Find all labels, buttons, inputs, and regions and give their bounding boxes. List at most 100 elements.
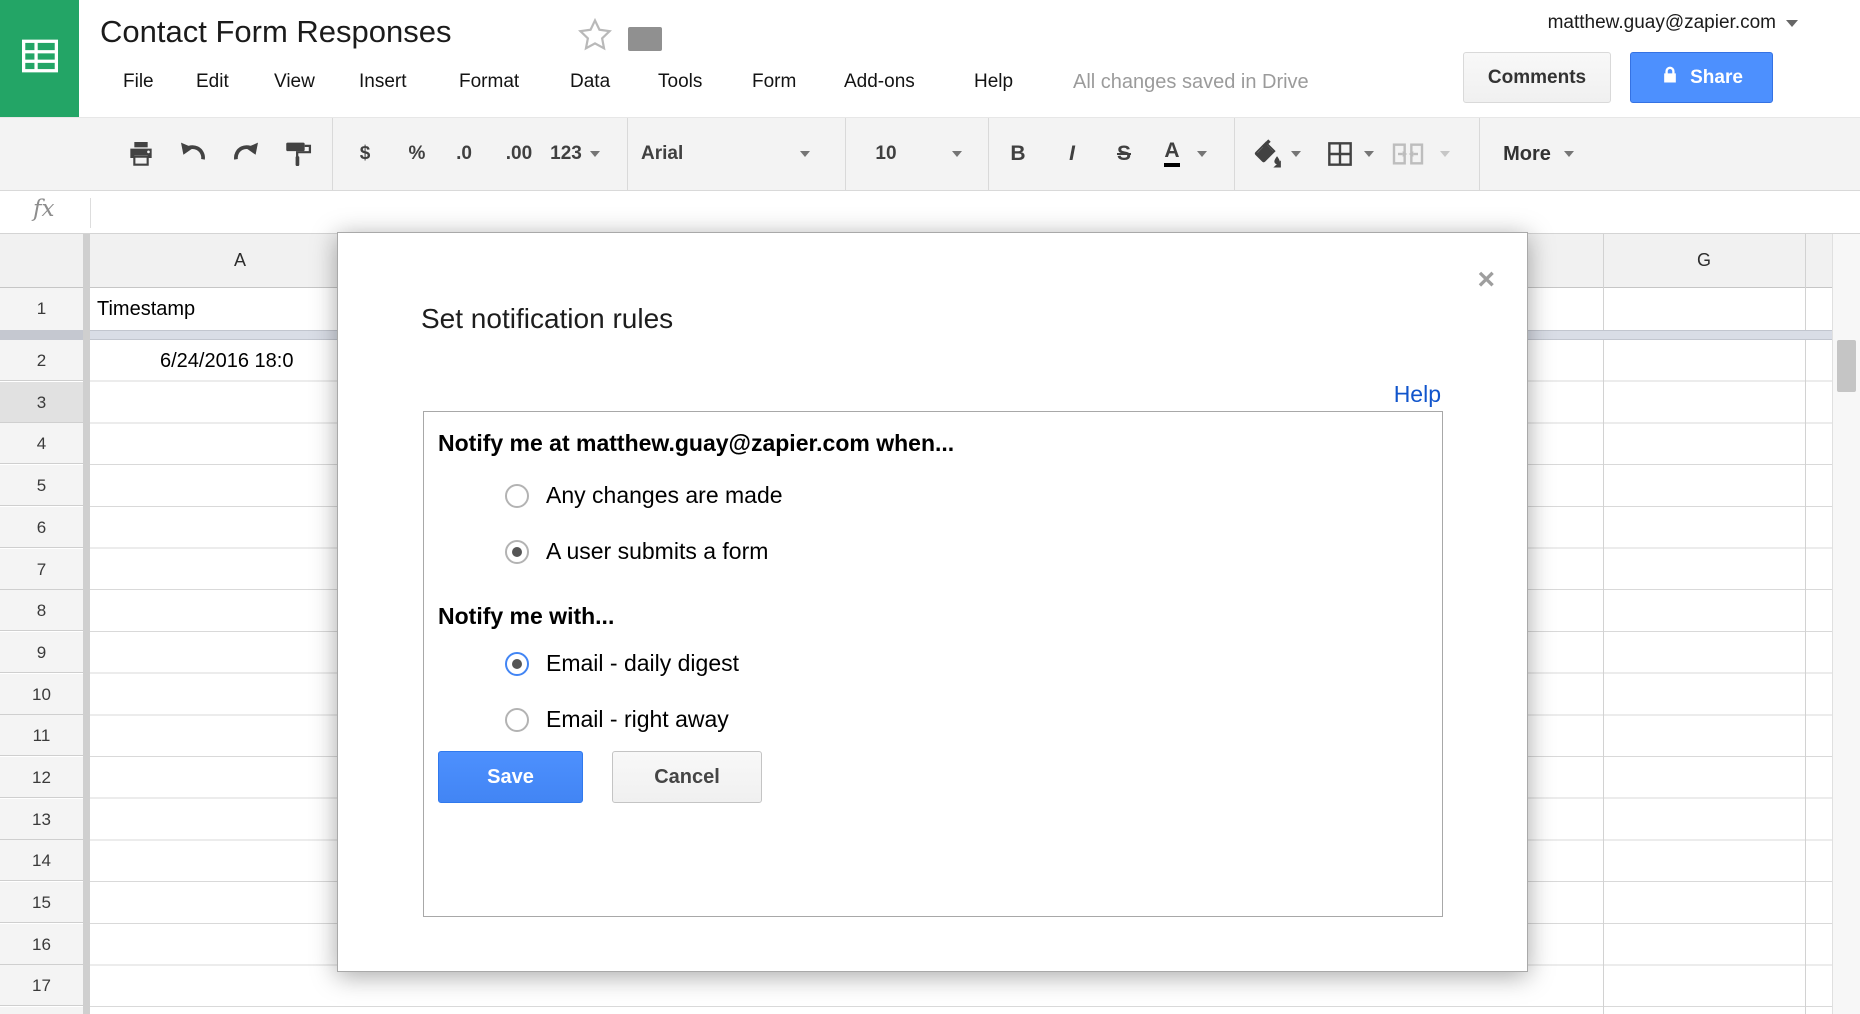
row-header-10[interactable]: 10: [0, 674, 83, 715]
row-header-15[interactable]: 15: [0, 882, 83, 923]
merge-cells-icon[interactable]: [1388, 118, 1428, 190]
row-header-16[interactable]: 16: [0, 924, 83, 965]
paint-format-icon[interactable]: [280, 118, 318, 190]
menu-form[interactable]: Form: [752, 64, 796, 100]
help-link[interactable]: Help: [1394, 381, 1441, 408]
dialog-title: Set notification rules: [421, 303, 673, 335]
save-button[interactable]: Save: [438, 751, 583, 803]
share-label: Share: [1690, 67, 1743, 89]
row-header-18-partial[interactable]: [0, 1007, 83, 1014]
row-header-5[interactable]: 5: [0, 465, 83, 506]
notification-rules-dialog: Set notification rules × Help Notify me …: [337, 232, 1528, 972]
font-size-select[interactable]: 10: [868, 118, 904, 190]
row-header-2[interactable]: 2: [0, 340, 83, 381]
radio-unselected-icon[interactable]: [505, 484, 529, 508]
row-header-9[interactable]: 9: [0, 632, 83, 673]
lock-icon: [1660, 64, 1680, 92]
star-icon[interactable]: [576, 16, 614, 54]
borders-caret-icon[interactable]: [1362, 118, 1376, 190]
share-button[interactable]: Share: [1630, 52, 1773, 103]
radio-selected-icon[interactable]: [505, 540, 529, 564]
row-header-3[interactable]: 3: [0, 382, 83, 423]
gridline-vertical: [1805, 234, 1806, 1014]
menu-format[interactable]: Format: [459, 64, 519, 100]
more-caret-icon[interactable]: [1562, 118, 1576, 190]
row-header-7[interactable]: 7: [0, 549, 83, 590]
column-header-G[interactable]: G: [1603, 234, 1805, 287]
italic-button[interactable]: I: [1058, 118, 1086, 190]
comments-label: Comments: [1488, 67, 1586, 89]
row-header-6[interactable]: 6: [0, 507, 83, 548]
radio-email-right-away[interactable]: Email - right away: [505, 706, 729, 733]
menu-insert[interactable]: Insert: [359, 64, 407, 100]
row-header-17[interactable]: 17: [0, 965, 83, 1006]
increase-decimals-button[interactable]: .00: [496, 118, 542, 190]
row-header-11[interactable]: 11: [0, 715, 83, 756]
radio-email-daily-digest[interactable]: Email - daily digest: [505, 650, 739, 677]
bold-button[interactable]: B: [1004, 118, 1032, 190]
formula-bar-divider: [90, 198, 91, 228]
fx-icon: fx: [33, 196, 54, 222]
merge-cells-caret-icon[interactable]: [1438, 118, 1452, 190]
number-format-button[interactable]: 123: [543, 118, 589, 190]
autosave-status[interactable]: All changes saved in Drive: [1073, 64, 1309, 100]
gridline-vertical: [1603, 234, 1604, 1014]
spreadsheet-app: Contact Form Responses File Edit View In…: [0, 0, 1860, 1014]
row-header-4[interactable]: 4: [0, 423, 83, 464]
radio-any-changes[interactable]: Any changes are made: [505, 482, 783, 509]
fill-color-icon[interactable]: [1248, 118, 1284, 190]
toolbar-separator: [1479, 118, 1480, 190]
cancel-button[interactable]: Cancel: [612, 751, 762, 803]
radio-any-changes-label: Any changes are made: [546, 482, 783, 509]
row-header-13[interactable]: 13: [0, 799, 83, 840]
move-to-folder-icon[interactable]: [628, 27, 662, 51]
notify-with-heading: Notify me with...: [438, 603, 614, 630]
row-header-12[interactable]: 12: [0, 757, 83, 798]
font-size-caret-icon[interactable]: [950, 118, 964, 190]
text-color-caret-icon[interactable]: [1195, 118, 1209, 190]
menu-help[interactable]: Help: [974, 64, 1013, 100]
vertical-scrollbar-thumb[interactable]: [1837, 340, 1856, 392]
print-icon[interactable]: [124, 118, 158, 190]
toolbar-separator: [1234, 118, 1235, 190]
more-button[interactable]: More: [1498, 118, 1556, 190]
borders-icon[interactable]: [1322, 118, 1358, 190]
redo-icon[interactable]: [228, 118, 264, 190]
sheets-logo[interactable]: [0, 0, 79, 117]
strikethrough-button[interactable]: S: [1110, 118, 1138, 190]
radio-email-daily-digest-label: Email - daily digest: [546, 650, 739, 677]
row-header-8[interactable]: 8: [0, 590, 83, 631]
row-header-1[interactable]: 1: [0, 288, 83, 330]
menu-edit[interactable]: Edit: [196, 64, 229, 100]
menu-tools[interactable]: Tools: [658, 64, 702, 100]
decrease-decimals-button[interactable]: .0: [445, 118, 483, 190]
menu-view[interactable]: View: [274, 64, 315, 100]
font-family-select[interactable]: Arial: [641, 118, 711, 190]
comments-button[interactable]: Comments: [1463, 52, 1611, 103]
cell-A2[interactable]: 6/24/2016 18:0: [160, 340, 293, 382]
row-header-edge-strip[interactable]: [83, 234, 90, 1014]
text-color-label: A: [1164, 141, 1179, 167]
menu-file[interactable]: File: [123, 64, 154, 100]
fill-color-caret-icon[interactable]: [1289, 118, 1303, 190]
select-all-corner[interactable]: [0, 234, 83, 288]
menu-addons[interactable]: Add-ons: [844, 64, 915, 100]
document-title[interactable]: Contact Form Responses: [100, 14, 451, 50]
currency-format-button[interactable]: $: [352, 118, 378, 190]
radio-selected-focused-icon[interactable]: [505, 652, 529, 676]
cell-A1[interactable]: Timestamp: [97, 288, 195, 330]
percent-format-button[interactable]: %: [400, 118, 434, 190]
undo-icon[interactable]: [175, 118, 211, 190]
radio-user-submits-form[interactable]: A user submits a form: [505, 538, 768, 565]
number-format-caret-icon[interactable]: [588, 118, 602, 190]
formula-bar[interactable]: [0, 191, 1860, 234]
account-menu[interactable]: matthew.guay@zapier.com: [1548, 12, 1798, 34]
menu-data[interactable]: Data: [570, 64, 610, 100]
toolbar-separator: [627, 118, 628, 190]
frozen-row-divider-handle[interactable]: [0, 330, 90, 340]
font-family-caret-icon[interactable]: [798, 118, 812, 190]
text-color-button[interactable]: A: [1158, 118, 1186, 190]
row-header-14[interactable]: 14: [0, 840, 83, 881]
close-icon[interactable]: ×: [1477, 267, 1495, 293]
radio-unselected-icon[interactable]: [505, 708, 529, 732]
